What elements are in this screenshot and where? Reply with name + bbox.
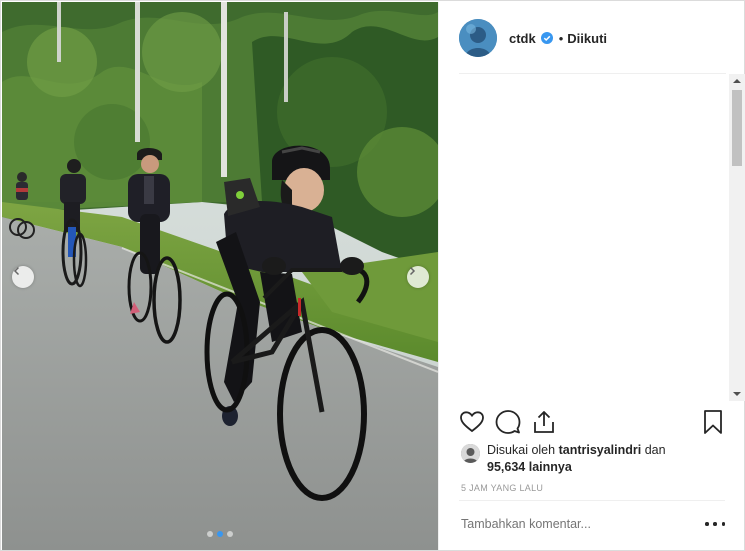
carousel-next-button[interactable] bbox=[407, 266, 429, 288]
comment-divider bbox=[459, 500, 725, 501]
liker-avatar[interactable] bbox=[461, 444, 480, 463]
post-actions bbox=[459, 409, 726, 437]
likes-count: 95,634 bbox=[487, 460, 526, 474]
avatar[interactable] bbox=[459, 19, 497, 57]
carousel-prev-button[interactable] bbox=[12, 266, 34, 288]
scrollbar-thumb[interactable] bbox=[732, 90, 742, 166]
heart-icon[interactable] bbox=[459, 409, 485, 435]
separator-bullet: • bbox=[558, 30, 564, 46]
username-link[interactable]: ctdk bbox=[509, 31, 536, 46]
bookmark-icon[interactable] bbox=[700, 409, 726, 435]
carousel-indicator bbox=[207, 531, 233, 537]
more-dot bbox=[721, 522, 725, 526]
carousel-dot-active bbox=[217, 531, 223, 537]
liked-by-conjunction: dan bbox=[644, 443, 666, 457]
carousel-dot bbox=[207, 531, 213, 537]
more-options-button[interactable] bbox=[705, 516, 725, 532]
comment-icon[interactable] bbox=[495, 409, 521, 435]
cyclists-photo bbox=[2, 2, 438, 550]
triangle-up-icon bbox=[733, 79, 741, 83]
more-dot bbox=[705, 522, 709, 526]
others-likes-link[interactable]: 95,634 lainnya bbox=[487, 459, 572, 475]
post-timestamp[interactable]: 5 JAM YANG LALU bbox=[461, 483, 543, 493]
carousel-dot bbox=[227, 531, 233, 537]
post-photo[interactable] bbox=[2, 2, 438, 550]
post-header: ctdk • Diikuti bbox=[439, 2, 745, 74]
liker-username-link[interactable]: tantrisyalindri bbox=[559, 443, 642, 457]
avatar-image bbox=[459, 19, 497, 57]
share-icon[interactable] bbox=[531, 409, 557, 435]
comments-area bbox=[439, 74, 745, 399]
scroll-down-arrow[interactable] bbox=[729, 387, 745, 401]
verified-badge-icon bbox=[540, 32, 553, 44]
likes-suffix: lainnya bbox=[528, 460, 572, 474]
triangle-down-icon bbox=[733, 392, 741, 396]
more-dot bbox=[713, 522, 717, 526]
comments-scrollbar[interactable] bbox=[729, 74, 745, 401]
liker-avatar-image bbox=[461, 444, 480, 463]
scroll-up-arrow[interactable] bbox=[729, 74, 745, 88]
add-comment-input[interactable] bbox=[461, 517, 691, 531]
liked-by-prefix: Disukai oleh bbox=[487, 443, 556, 457]
post-dialog: ctdk • Diikuti Disukai oleh tantrisyalin… bbox=[0, 0, 745, 551]
post-details-panel: ctdk • Diikuti Disukai oleh tantrisyalin… bbox=[438, 2, 745, 550]
following-button[interactable]: Diikuti bbox=[567, 31, 607, 46]
chevron-right-icon bbox=[409, 266, 416, 276]
chevron-left-icon bbox=[13, 266, 20, 276]
